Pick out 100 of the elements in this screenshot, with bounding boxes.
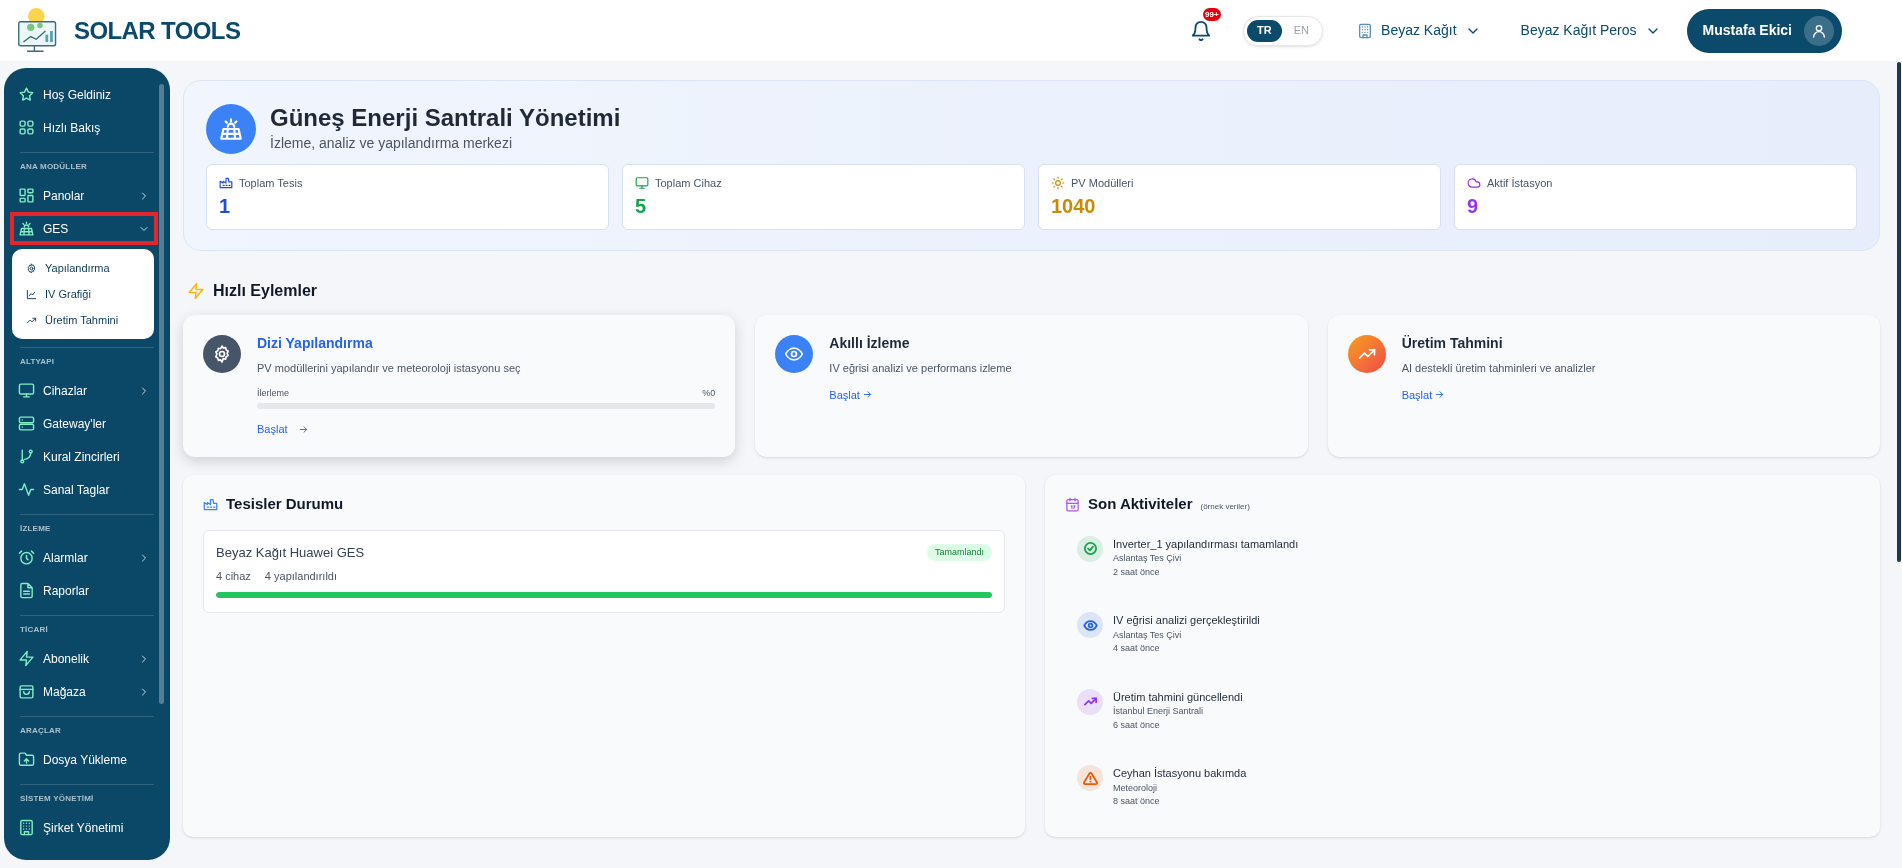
monitor-icon [18,382,35,399]
monitor-icon [635,176,649,191]
eye-icon [784,344,805,364]
section-label: TİCARİ [19,624,49,636]
section-label: İZLEME [19,523,52,535]
page-title: Güneş Enerji Santrali Yönetimi [270,103,621,133]
submenu-item[interactable]: Yapılandırma [12,255,154,281]
sidebar-item[interactable]: Şirket Yönetimi [10,811,158,844]
submenu-item[interactable]: Üretim Tahmini [12,307,154,333]
action-card[interactable]: Akıllı İzleme IV eğrisi analizi ve performans izleme Başlat [755,315,1308,457]
activity-place: Aslantaş Tes Çivi [1113,628,1183,642]
action-card[interactable]: Üretim Tahmini AI destekli üretim tahminleri ve analizler Başlat [1327,315,1880,457]
submenu-item-label: Üretim Tahmini [45,312,119,328]
sidebar-item[interactable]: Mağaza [10,675,158,708]
sidebar-item[interactable]: Hızlı Bakış [10,111,158,144]
activity-time: 2 saat önce [1113,565,1161,579]
section-label: ALTYAPI [19,356,56,368]
sidebar-item[interactable]: Alarmlar [10,541,158,574]
submenu-item-label: IV Grafiği [45,286,91,302]
sidebar-item-label: Hoş Geldiniz [43,86,113,104]
sidebar-item-label: Panolar [43,187,86,205]
start-link[interactable]: Başlat [1401,386,1446,403]
language-option[interactable]: TR [1247,19,1282,42]
site-dropdown[interactable]: Beyaz Kağıt Peros [1520,20,1661,41]
sidebar-item[interactable]: Raporlar [10,574,158,607]
sidebar-item-label: Cihazlar [43,382,88,400]
submenu-item[interactable]: IV Grafiği [12,281,154,307]
sidebar-item[interactable]: Cihazlar [10,374,158,407]
sun-icon [1051,176,1065,191]
start-link[interactable]: Başlat [257,421,309,438]
action-title: Üretim Tahmini [1401,334,1504,353]
notification-badge: 99+ [1203,7,1221,21]
stat-value: 9 [1467,193,1479,219]
sidebar-item[interactable]: Sanal Taglar [10,473,158,506]
page-subtitle: İzleme, analiz ve yapılandırma merkezi [270,134,513,153]
sidebar-item-label: Gateway'ler [43,415,107,433]
activity-time: 6 saat önce [1113,718,1161,732]
device-count: 4 cihaz [216,569,251,584]
sidebar-item[interactable]: Hoş Geldiniz [10,78,158,111]
activity-place: İstanbul Enerji Santrali [1113,705,1205,718]
activity-place: Aslantaş Tes Çivi [1113,552,1183,565]
action-description: IV eğrisi analizi ve performans izleme [829,361,1013,376]
sidebar-item-label: Raporlar [43,582,91,600]
section-label: ARAÇLAR [19,725,62,737]
sidebar-item-label: Hızlı Bakış [43,119,102,137]
document-icon [18,582,35,599]
status-badge: Tamamlandı [926,543,992,561]
solar-panel-icon [218,115,244,142]
facility-row[interactable]: Beyaz Kağıt Huawei GES Tamamlandı 4 cihaz 4 yapılandırıldı [203,529,1005,613]
user-menu-button[interactable]: Mustafa Ekici [1686,8,1842,53]
sidebar-item-label: Alarmlar [43,549,89,567]
grid-icon [18,119,35,136]
sidebar-item-label: Mağaza [43,683,87,701]
factory-icon [219,176,233,191]
activity-title: IV eğrisi analizi gerçekleştirildi [1113,613,1260,628]
settings-icon [26,262,37,274]
sidebar-item-label: Abonelik [43,650,91,668]
scrollbar[interactable] [159,84,164,704]
star-icon [18,86,35,103]
sidebar-item[interactable]: Panolar [10,179,158,212]
action-title: Dizi Yapılandırma [257,334,374,353]
company-dropdown[interactable]: Beyaz Kağıt [1357,20,1481,41]
building-icon [1357,22,1374,39]
sample-note: (örnek veriler) [1200,500,1250,513]
scrollbar[interactable] [1897,62,1901,562]
sidebar-item-label: Dosya Yükleme [43,751,128,769]
sidebar-item-label: GES [43,220,70,238]
stat-label: Toplam Tesis [239,176,303,191]
sidebar-item-label: Kural Zincirleri [43,448,121,466]
shopping-bag-icon [18,683,35,700]
stat-label: PV Modülleri [1071,176,1134,191]
server-icon [18,415,35,432]
alarm-clock-icon [18,549,35,566]
card-heading: Tesisler Durumu [226,494,344,514]
sidebar-item[interactable]: Gateway'ler [10,407,158,440]
folder-upload-icon [18,751,35,768]
git-branch-icon [18,448,35,465]
arrow-right-icon [861,389,873,401]
activity-time: 4 saat önce [1113,642,1161,655]
action-description: PV modüllerini yapılandır ve meteoroloji istasyonu seç [257,361,522,376]
sidebar-item[interactable]: Kural Zincirleri [10,440,158,473]
dashboard-icon [18,187,35,204]
section-label: ANA MODÜLLER [19,161,88,173]
section-label: SİSTEM YÖNETİMİ [19,793,95,805]
factory-icon [203,496,218,512]
settings-icon [212,344,232,364]
card-heading: Son Aktiviteler [1088,494,1193,514]
start-link[interactable]: Başlat [829,386,873,403]
submenu-item-label: Yapılandırma [45,260,110,276]
line-chart-icon [26,288,37,300]
sidebar-item[interactable]: Abonelik [10,642,158,675]
pulse-icon [18,481,35,498]
action-card[interactable]: Dizi Yapılandırma PV modüllerini yapılandır ve meteoroloji istasyonu seç İlerleme %0 Başlat [183,315,736,457]
stat-value: 1 [219,193,231,219]
progress-label: İlerleme [257,386,289,400]
sidebar-item-label: Şirket Yönetimi [43,819,125,837]
action-description: AI destekli üretim tahminleri ve analizler [1401,361,1597,376]
activity-title: Inverter_1 yapılandırması tamamlandı [1113,536,1299,552]
sidebar-item[interactable]: Dosya Yükleme [10,743,158,776]
sidebar-item[interactable]: GES [10,212,158,245]
